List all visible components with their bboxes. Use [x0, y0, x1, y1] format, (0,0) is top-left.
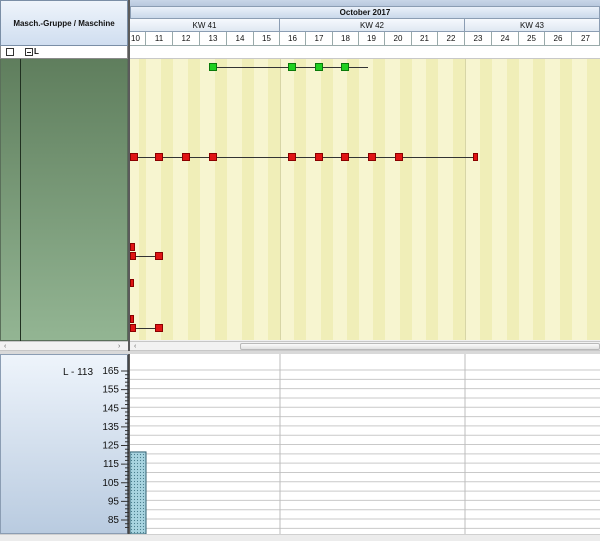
task-marker-red[interactable]	[182, 153, 190, 161]
task-marker-green[interactable]	[341, 63, 349, 71]
day-stripe	[188, 59, 200, 340]
day-header-10[interactable]: 10	[130, 32, 146, 46]
task-marker-red[interactable]	[130, 243, 135, 251]
task-marker-green[interactable]	[209, 63, 217, 71]
month-label: October 2017	[339, 8, 391, 17]
day-stripe	[139, 59, 146, 340]
day-header-18[interactable]: 18	[333, 32, 359, 46]
task-marker-red[interactable]	[130, 315, 134, 323]
scroll-right-icon[interactable]: ›	[118, 343, 120, 351]
day-header-23[interactable]: 23	[465, 32, 492, 46]
axis-tick-label: 135	[102, 422, 119, 433]
day-stripe	[587, 59, 600, 340]
task-marker-red[interactable]	[155, 252, 163, 260]
day-stripe	[268, 59, 280, 340]
load-chart	[129, 354, 600, 535]
day-stripe	[321, 59, 333, 340]
day-stripe	[426, 59, 438, 340]
load-axis: 165 155 145 135 125 115 105 95 85	[102, 355, 129, 535]
week-header-3: KW 43	[465, 19, 600, 32]
axis-tick-label: 165	[102, 366, 119, 377]
day-stripe	[480, 59, 492, 340]
month-header: October 2017	[130, 6, 600, 19]
task-marker-red[interactable]	[341, 153, 349, 161]
axis-tick-label: 95	[108, 496, 120, 507]
day-stripe	[215, 59, 227, 340]
task-marker-green[interactable]	[315, 63, 323, 71]
left-horizontal-scrollbar[interactable]: ‹ ›	[0, 341, 128, 351]
task-marker-green[interactable]	[288, 63, 296, 71]
day-stripe	[347, 59, 359, 340]
planning-window: Masch.-Gruppe / Maschine L October 2017 …	[0, 0, 600, 541]
day-header-19[interactable]: 19	[359, 32, 385, 46]
day-header-17[interactable]: 17	[306, 32, 333, 46]
task-marker-red[interactable]	[130, 279, 134, 287]
timeline-subheader	[130, 46, 600, 59]
task-marker-red[interactable]	[395, 153, 403, 161]
axis-tick-label: 125	[102, 441, 119, 452]
week-header-1: KW 41	[130, 19, 280, 32]
select-all-checkbox[interactable]	[6, 48, 14, 56]
day-header-22[interactable]: 22	[438, 32, 465, 46]
day-header-13[interactable]: 13	[200, 32, 227, 46]
day-header-27[interactable]: 27	[572, 32, 600, 46]
resource-axis-panel: L - 113 165 155 145 135 125 115 105 95 85	[0, 354, 129, 535]
timeline-horizontal-scrollbar[interactable]: ‹	[130, 341, 600, 351]
day-header-21[interactable]: 21	[412, 32, 438, 46]
tree-root-label: L	[34, 47, 39, 56]
task-marker-red[interactable]	[368, 153, 376, 161]
day-stripe	[507, 59, 519, 340]
day-stripe	[453, 59, 465, 340]
week-boundary-line	[465, 59, 466, 340]
day-header-20[interactable]: 20	[385, 32, 412, 46]
axis-tick-label: 155	[102, 385, 119, 396]
status-strip	[0, 534, 600, 541]
day-stripe	[161, 59, 173, 340]
day-stripe	[533, 59, 545, 340]
day-header-12[interactable]: 12	[173, 32, 200, 46]
task-marker-red[interactable]	[130, 153, 138, 161]
task-marker-red[interactable]	[130, 252, 136, 260]
day-stripe	[294, 59, 306, 340]
week-header-2: KW 42	[280, 19, 465, 32]
task-marker-red[interactable]	[315, 153, 323, 161]
day-stripe	[242, 59, 254, 340]
scrollbar-thumb[interactable]	[240, 343, 600, 350]
day-stripe	[560, 59, 572, 340]
timeline-scroll-left-icon[interactable]: ‹	[134, 343, 136, 351]
day-header-14[interactable]: 14	[227, 32, 254, 46]
load-chart-area	[129, 354, 600, 535]
task-marker-red[interactable]	[473, 153, 478, 161]
task-marker-red[interactable]	[155, 324, 163, 332]
day-header-15[interactable]: 15	[254, 32, 280, 46]
day-stripe	[373, 59, 385, 340]
axis-tick-label: 145	[102, 403, 119, 414]
column-header[interactable]: Masch.-Gruppe / Maschine	[0, 0, 128, 46]
axis-tick-label: 85	[108, 515, 120, 526]
column-header-label: Masch.-Gruppe / Maschine	[13, 18, 115, 28]
day-header-16[interactable]: 16	[280, 32, 306, 46]
task-marker-red[interactable]	[155, 153, 163, 161]
gantt-chart-area[interactable]	[130, 59, 600, 340]
tree-header-row: L	[0, 46, 128, 59]
collapse-icon[interactable]	[25, 48, 33, 56]
scroll-left-icon[interactable]: ‹	[4, 343, 6, 351]
day-header-25[interactable]: 25	[519, 32, 545, 46]
task-marker-red[interactable]	[209, 153, 217, 161]
day-header-24[interactable]: 24	[492, 32, 519, 46]
axis-tick-label: 115	[103, 459, 119, 470]
day-stripe	[400, 59, 412, 340]
load-bar[interactable]	[129, 451, 147, 535]
task-marker-red[interactable]	[288, 153, 296, 161]
day-header-11[interactable]: 11	[146, 32, 173, 46]
task-marker-red[interactable]	[130, 324, 136, 332]
axis-tick-label: 105	[102, 478, 119, 489]
week-boundary-line	[280, 59, 281, 340]
day-header-26[interactable]: 26	[545, 32, 572, 46]
tree-column-divider	[20, 59, 21, 341]
